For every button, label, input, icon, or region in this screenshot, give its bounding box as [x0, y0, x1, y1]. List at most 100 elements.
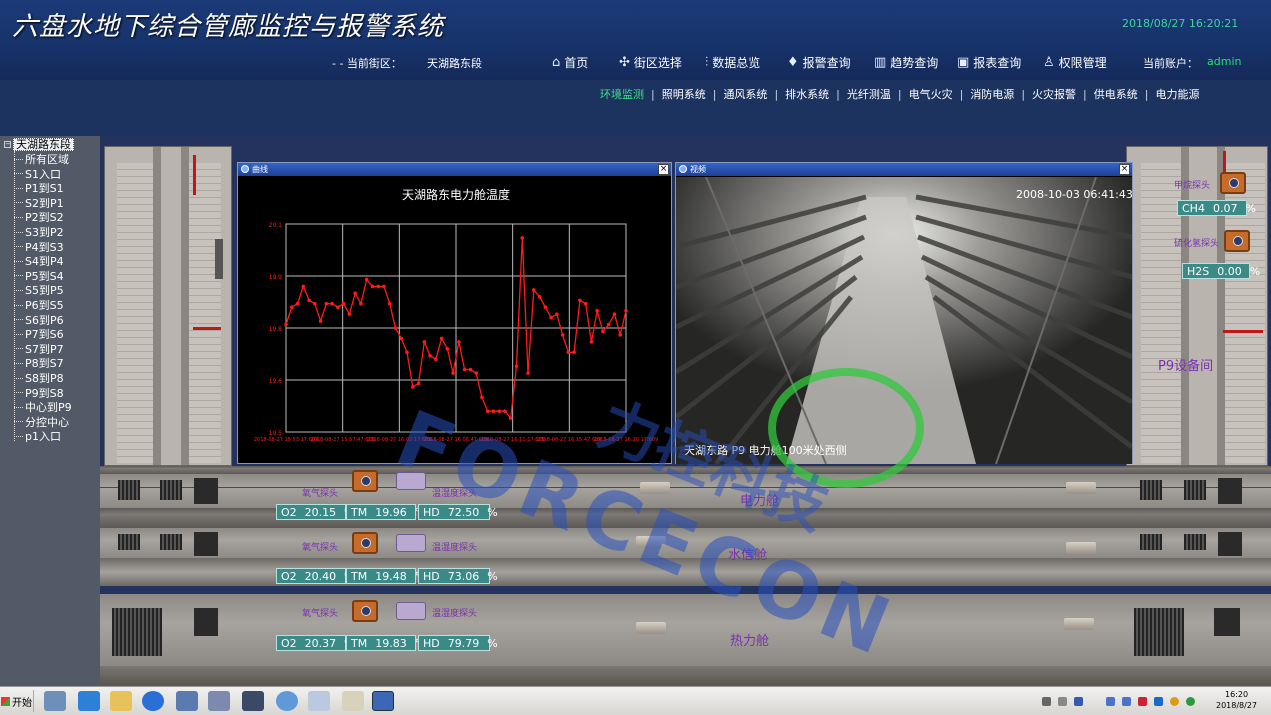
video-window-titlebar[interactable]: 视频 — [676, 163, 1132, 176]
heat-cabin-camera-icon[interactable] — [1064, 618, 1094, 630]
active-app-icon[interactable] — [372, 691, 394, 711]
tree-item[interactable]: P1到S1 — [14, 181, 64, 195]
temperature-data-point — [439, 336, 444, 341]
tree-item[interactable]: 所有区域 — [14, 152, 69, 166]
teamviewer-icon[interactable] — [142, 691, 164, 711]
subnav-item[interactable]: 光纤测温 — [847, 86, 891, 102]
subnav-item[interactable]: 电气火灾 — [909, 86, 953, 102]
temperature-data-point — [618, 333, 623, 337]
tree-item[interactable]: S6到P6 — [14, 313, 64, 327]
subnav-item[interactable]: 电力能源 — [1155, 86, 1199, 102]
subnav-item[interactable]: 照明系统 — [662, 86, 706, 102]
temperature-data-point — [583, 301, 588, 306]
h2s-probe-icon[interactable] — [1224, 230, 1250, 252]
document-icon[interactable] — [308, 691, 330, 711]
tree-item[interactable]: 分控中心 — [14, 415, 69, 429]
water-cabin-camera-icon[interactable] — [1066, 542, 1096, 554]
tray-icon[interactable] — [1042, 697, 1051, 706]
water-cabin-camera-icon[interactable] — [636, 536, 666, 548]
chart-window-titlebar[interactable]: 曲线 — [238, 163, 671, 176]
temperature-data-point — [428, 353, 432, 358]
close-button[interactable]: × — [1119, 164, 1130, 175]
tree-item[interactable]: S1入口 — [14, 167, 61, 181]
oxygen-probe-icon[interactable] — [352, 600, 378, 622]
tree-item[interactable]: S2到P1 — [14, 196, 64, 210]
nav-trend[interactable]: ▥ 趋势查询 — [874, 53, 938, 71]
network-icon[interactable] — [44, 691, 66, 711]
temperature-data-point — [468, 367, 473, 372]
tray-icon[interactable] — [1138, 697, 1147, 706]
tree-item[interactable]: P4到S3 — [14, 240, 64, 254]
tree-item[interactable]: S7到P7 — [14, 342, 64, 356]
x-tick-label: 2018-08-27 16:02:17:609 — [367, 437, 431, 443]
tree-item[interactable]: S3到P2 — [14, 225, 64, 239]
temperature-data-point — [370, 284, 375, 289]
tree-item[interactable]: p1入口 — [14, 429, 61, 443]
tree-item[interactable]: S5到P5 — [14, 283, 64, 297]
tool-icon[interactable] — [208, 691, 230, 711]
temperature-data-point — [555, 312, 559, 316]
nav-street[interactable]: ✣ 街区选择 — [619, 53, 682, 71]
tree-item[interactable]: S4到P4 — [14, 254, 64, 268]
tree-item[interactable]: P9到S8 — [14, 386, 64, 400]
temperature-data-point — [508, 416, 513, 420]
subnav-item[interactable]: 供电系统 — [1094, 86, 1138, 102]
nav-data-overview[interactable]: ⫶ 数据总览 — [705, 53, 760, 71]
methane-probe-icon[interactable] — [1220, 172, 1246, 194]
subnav-item[interactable]: 通风系统 — [723, 86, 767, 102]
tree-item[interactable]: P6到S5 — [14, 298, 64, 312]
tree-item[interactable]: S8到P8 — [14, 371, 64, 385]
tray-icon[interactable] — [1058, 697, 1067, 706]
h2s-value: 0.00 — [1217, 264, 1242, 278]
tree-item[interactable]: P2到S2 — [14, 210, 64, 224]
tray-icon[interactable] — [1122, 697, 1131, 706]
humidity-value: 72.50 — [447, 505, 480, 519]
collapse-icon[interactable]: − — [4, 141, 11, 148]
nav-alarm[interactable]: ♦ 报警查询 — [787, 53, 851, 71]
heat-cabin-camera-icon[interactable] — [636, 622, 666, 634]
tray-icon[interactable] — [1186, 697, 1195, 706]
tray-icon[interactable] — [1154, 697, 1163, 706]
temperature-data-point — [284, 322, 288, 327]
editor-icon[interactable] — [342, 691, 364, 711]
tree-item[interactable]: P5到S4 — [14, 269, 64, 283]
tray-clock[interactable]: 16:20 2018/8/27 — [1216, 689, 1257, 711]
power-cabin-camera-icon[interactable] — [1066, 482, 1096, 494]
temp-humidity-probe-icon[interactable] — [396, 472, 426, 490]
nav-home[interactable]: ⌂ 首页 — [552, 53, 588, 71]
temp-humidity-probe-icon[interactable] — [396, 534, 426, 552]
nav-label: 权限管理 — [1058, 55, 1107, 70]
ch4-value: 0.07 — [1212, 201, 1238, 215]
start-button[interactable]: 开始 — [0, 690, 34, 712]
tree-root-label: 天湖路东段 — [13, 138, 74, 151]
subnav-item[interactable]: 环境监测 — [600, 86, 644, 102]
subnav-item[interactable]: 排水系统 — [785, 86, 829, 102]
power-cabin-camera-icon[interactable] — [640, 482, 670, 494]
subnav-item[interactable]: 火灾报警 — [1032, 86, 1076, 102]
tray-icon[interactable] — [1074, 697, 1083, 706]
ch4-unit: % — [1245, 201, 1256, 215]
app-icon[interactable] — [78, 691, 100, 711]
folder-icon[interactable] — [110, 691, 132, 711]
tree-item[interactable]: 中心到P9 — [14, 400, 72, 414]
subnav-item[interactable]: 消防电源 — [970, 86, 1014, 102]
temperature-data-point — [410, 385, 415, 389]
tray-icon[interactable] — [1106, 697, 1115, 706]
tree-root[interactable]: − 天湖路东段 — [4, 138, 74, 151]
tray-icon[interactable] — [1170, 697, 1179, 706]
browser-icon[interactable] — [276, 691, 298, 711]
tree-item[interactable]: P8到S7 — [14, 356, 64, 370]
monitor-icon[interactable] — [242, 691, 264, 711]
tree-item[interactable]: P7到S6 — [14, 327, 64, 341]
temp-humidity-probe-icon[interactable] — [396, 602, 426, 620]
humidity-unit: % — [487, 505, 498, 519]
nav-user[interactable]: ♙ 权限管理 — [1043, 53, 1107, 71]
nav-report[interactable]: ▣ 报表查询 — [957, 53, 1021, 71]
close-button[interactable]: × — [658, 164, 669, 175]
temperature-data-point — [353, 291, 357, 296]
oxygen-probe-icon[interactable] — [352, 470, 378, 492]
oxygen-probe-icon[interactable] — [352, 532, 378, 554]
ch4-reading: CH4 0.07 % — [1177, 200, 1256, 216]
computer-icon[interactable] — [176, 691, 198, 711]
y-tick-label: 19.5 — [269, 430, 283, 437]
